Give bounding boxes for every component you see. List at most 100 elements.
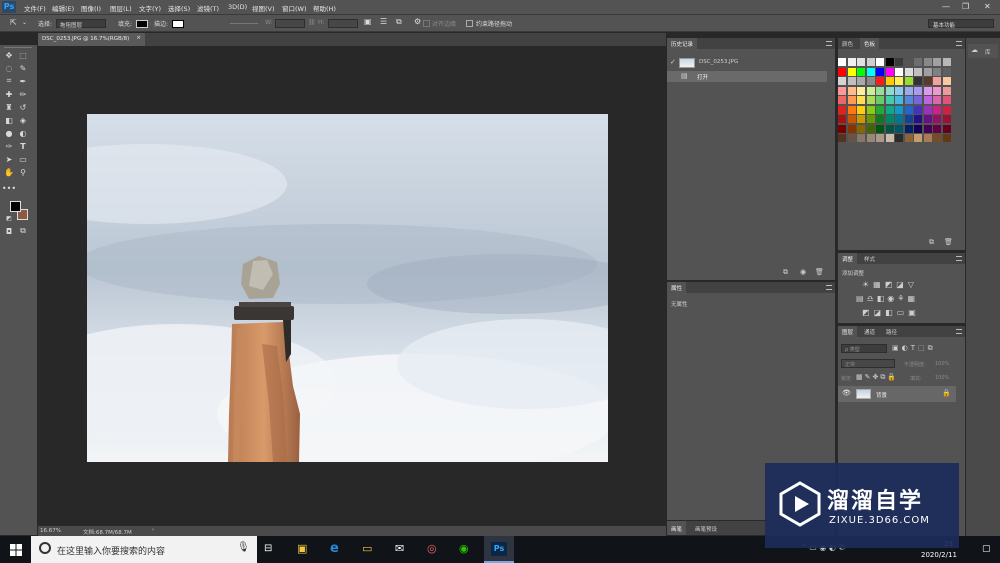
quick-select-tool-icon[interactable]: ✎: [18, 63, 28, 73]
swatch-color[interactable]: [876, 86, 884, 95]
lock-transparent-icon[interactable]: ▦: [856, 373, 865, 381]
app-icon[interactable]: ◎: [427, 542, 437, 555]
settings-gear-icon[interactable]: ⚙: [414, 17, 421, 26]
menu-help[interactable]: 帮助(H): [313, 3, 336, 13]
swatch-color[interactable]: [838, 124, 846, 133]
swatch-color[interactable]: [857, 96, 865, 104]
selective-color-icon[interactable]: ▣: [908, 308, 920, 317]
pen-tool-icon[interactable]: ✑: [4, 141, 14, 151]
swatch-color[interactable]: [942, 86, 951, 95]
swatch-color[interactable]: [923, 67, 932, 76]
filter-adjustment-icon[interactable]: ◐: [902, 344, 911, 352]
more-tools-icon[interactable]: •••: [2, 183, 16, 193]
store-icon[interactable]: ▣: [297, 542, 307, 555]
filter-shape-icon[interactable]: ⬚: [918, 344, 928, 352]
swatch-color[interactable]: [914, 115, 922, 123]
tab-swatches[interactable]: 色板: [860, 38, 880, 49]
history-brush-tool-icon[interactable]: ↺: [18, 102, 28, 112]
adjustment-icons-row-3[interactable]: ◩◪◧▭▣: [862, 308, 920, 317]
swatch-color[interactable]: [866, 77, 875, 85]
swatch-color[interactable]: [895, 86, 903, 95]
swatch-color[interactable]: [838, 134, 846, 142]
swatch-color[interactable]: [933, 67, 941, 76]
swatch-color[interactable]: [933, 86, 941, 95]
swatch-color[interactable]: [895, 58, 903, 66]
path-selection-tool-icon[interactable]: ➤: [4, 154, 14, 164]
new-document-from-state-icon[interactable]: ⧉: [783, 268, 788, 277]
swatch-color[interactable]: [857, 86, 865, 95]
swatch-color[interactable]: [838, 96, 846, 104]
swatch-color[interactable]: [847, 115, 856, 123]
swatch-color[interactable]: [942, 134, 951, 142]
menu-3d[interactable]: 3D(D): [228, 3, 247, 11]
move-tool-icon[interactable]: ✥: [4, 50, 14, 60]
swatch-color[interactable]: [904, 124, 913, 133]
stroke-width-line[interactable]: [230, 23, 258, 24]
brightness-icon[interactable]: ☀: [862, 280, 873, 289]
swatch-color[interactable]: [847, 77, 856, 85]
swatch-color[interactable]: [866, 124, 875, 133]
menu-filter[interactable]: 滤镜(T): [197, 3, 219, 13]
swatch-color[interactable]: [876, 105, 884, 114]
swatch-color[interactable]: [847, 67, 856, 76]
swatch-grid[interactable]: [838, 58, 958, 198]
menu-file[interactable]: 文件(F): [24, 3, 46, 13]
menu-image[interactable]: 图像(I): [81, 3, 101, 13]
screen-mode-icon[interactable]: ⧉: [18, 226, 28, 236]
swatch-color[interactable]: [895, 134, 903, 142]
threshold-icon[interactable]: ◧: [885, 308, 897, 317]
swatch-color[interactable]: [933, 115, 941, 123]
menu-view[interactable]: 视图(V): [252, 3, 275, 13]
posterize-icon[interactable]: ◪: [874, 308, 886, 317]
properties-menu-icon[interactable]: [826, 285, 832, 290]
notification-icon[interactable]: ▢: [982, 544, 991, 554]
zoom-tool-icon[interactable]: ⚲: [18, 167, 28, 177]
microphone-icon[interactable]: 🎙: [237, 542, 250, 553]
document-close-icon[interactable]: ×: [136, 35, 141, 41]
tab-layers[interactable]: 图层: [838, 326, 858, 337]
swatches-menu-icon[interactable]: [956, 41, 962, 46]
swatch-color[interactable]: [857, 58, 865, 66]
swatch-color[interactable]: [933, 134, 941, 142]
swatch-color[interactable]: [866, 67, 875, 76]
tab-color[interactable]: 颜色: [838, 38, 857, 49]
tab-paths[interactable]: 路径: [882, 326, 901, 337]
swatch-color[interactable]: [885, 124, 894, 133]
swatch-color[interactable]: [876, 67, 884, 76]
swatch-color[interactable]: [942, 77, 951, 85]
swatch-color[interactable]: [904, 77, 913, 85]
task-view-icon[interactable]: ⊟: [264, 543, 272, 554]
hue-saturation-icon[interactable]: ▤: [856, 294, 867, 303]
black-white-icon[interactable]: ◧: [877, 294, 888, 303]
menu-select[interactable]: 选择(S): [168, 3, 190, 13]
swatch-color[interactable]: [914, 67, 922, 76]
hand-tool-icon[interactable]: ✋: [4, 167, 14, 177]
quick-mask-icon[interactable]: ◘: [4, 226, 14, 236]
constrain-path-checkbox[interactable]: [466, 20, 473, 27]
swatch-color[interactable]: [885, 77, 894, 85]
swatch-color[interactable]: [942, 105, 951, 114]
align-edges-checkbox[interactable]: [423, 20, 430, 27]
select-dropdown[interactable]: 拖阻图层: [56, 19, 106, 29]
trash-icon[interactable]: 🗑: [815, 268, 824, 276]
document-image[interactable]: [87, 114, 608, 462]
type-tool-icon[interactable]: T: [18, 141, 28, 151]
channel-mixer-icon[interactable]: ⚘: [897, 294, 907, 303]
swatch-color[interactable]: [904, 58, 913, 66]
path-arrangement-icon[interactable]: ⧉: [396, 17, 402, 27]
swatch-color[interactable]: [847, 105, 856, 114]
photo-filter-icon[interactable]: ◉: [887, 294, 897, 303]
swatch-color[interactable]: [866, 86, 875, 95]
adjustments-menu-icon[interactable]: [956, 256, 962, 261]
height-field[interactable]: [328, 19, 358, 28]
path-operations-icon[interactable]: ▣: [364, 17, 372, 26]
gradient-map-icon[interactable]: ▭: [897, 308, 909, 317]
swatch-color[interactable]: [838, 115, 846, 123]
tab-styles[interactable]: 样式: [860, 253, 879, 264]
maximize-icon[interactable]: ❐: [962, 2, 969, 11]
swatch-color[interactable]: [866, 134, 875, 142]
width-field[interactable]: [275, 19, 305, 28]
move-tool-icon[interactable]: ⇱: [10, 18, 17, 27]
menu-window[interactable]: 窗口(W): [282, 3, 307, 13]
swatch-color[interactable]: [914, 134, 922, 142]
